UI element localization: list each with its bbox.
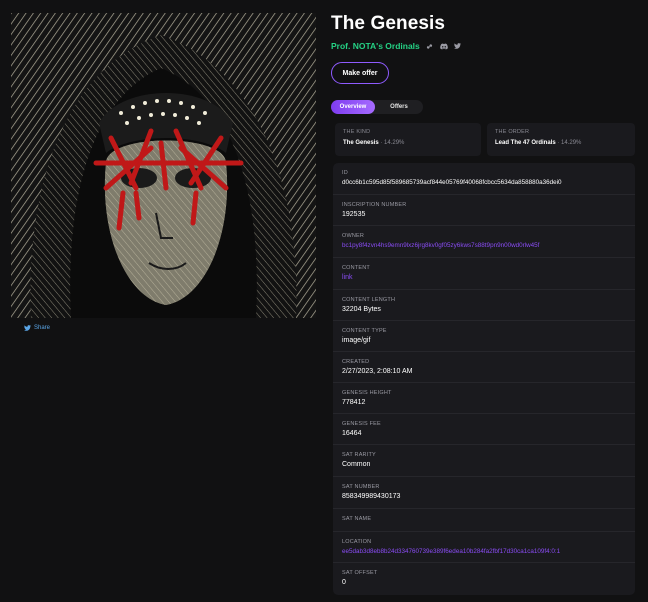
trait-card-order: THE ORDER Lead The 47 Ordinals · 14.29%: [487, 123, 635, 156]
share-label: Share: [34, 325, 51, 331]
tab-overview[interactable]: Overview: [331, 100, 375, 114]
detail-row-id: ID d0cc6b1c595d85f589685739acf844e05769f…: [342, 170, 562, 186]
detail-row-genesis-fee: GENESIS FEE 16464: [333, 413, 635, 444]
trait-key: THE KIND: [343, 129, 371, 135]
collection-link[interactable]: Prof. NOTA's Ordinals: [331, 41, 420, 51]
collection-row: Prof. NOTA's Ordinals: [331, 41, 462, 51]
detail-row-sat-number: SAT NUMBER 858349989430173: [333, 476, 635, 508]
detail-row-sat-rarity: SAT RARITY Common: [333, 444, 635, 476]
owner-link[interactable]: bc1py8f4zvn4hs9emn9lxz6jrg8kv0gf05zy6kws…: [342, 242, 539, 249]
detail-row-owner: OWNER bc1py8f4zvn4hs9emn9lxz6jrg8kv0gf05…: [333, 225, 635, 257]
content-link[interactable]: link: [342, 274, 353, 281]
twitter-icon: [24, 325, 31, 331]
detail-row-genesis-height: GENESIS HEIGHT 778412: [333, 382, 635, 413]
detail-row-content: CONTENT link: [333, 257, 635, 289]
tab-bar: Overview Offers: [331, 100, 423, 114]
detail-row-sat-name: SAT NAME: [333, 508, 635, 531]
make-offer-button[interactable]: Make offer: [331, 62, 389, 84]
detail-row-inscription-number: INSCRIPTION NUMBER 192535: [333, 194, 635, 225]
link-icon[interactable]: [426, 42, 434, 50]
page-title: The Genesis: [331, 13, 446, 34]
detail-row-location: LOCATION ee5dab3d8eb8b24d334760739e389f6…: [333, 531, 635, 562]
trait-value: Lead The 47 Ordinals · 14.29%: [495, 140, 582, 146]
tab-offers[interactable]: Offers: [375, 100, 423, 114]
twitter-icon[interactable]: [454, 42, 462, 50]
trait-key: THE ORDER: [495, 129, 530, 135]
inscription-image: [11, 13, 316, 318]
share-button[interactable]: Share: [24, 325, 50, 331]
details-panel: ID d0cc6b1c595d85f589685739acf844e05769f…: [333, 163, 635, 595]
discord-icon[interactable]: [439, 42, 448, 50]
location-link[interactable]: ee5dab3d8eb8b24d334760739e389f6edea10b28…: [342, 548, 560, 555]
detail-row-content-length: CONTENT LENGTH 32204 Bytes: [333, 289, 635, 320]
trait-card-kind: THE KIND The Genesis · 14.29%: [335, 123, 481, 156]
detail-row-content-type: CONTENT TYPE image/gif: [333, 320, 635, 351]
detail-row-sat-offset: SAT OFFSET 0: [333, 562, 635, 595]
trait-value: The Genesis · 14.29%: [343, 140, 405, 146]
detail-row-created: CREATED 2/27/2023, 2:08:10 AM: [333, 351, 635, 382]
